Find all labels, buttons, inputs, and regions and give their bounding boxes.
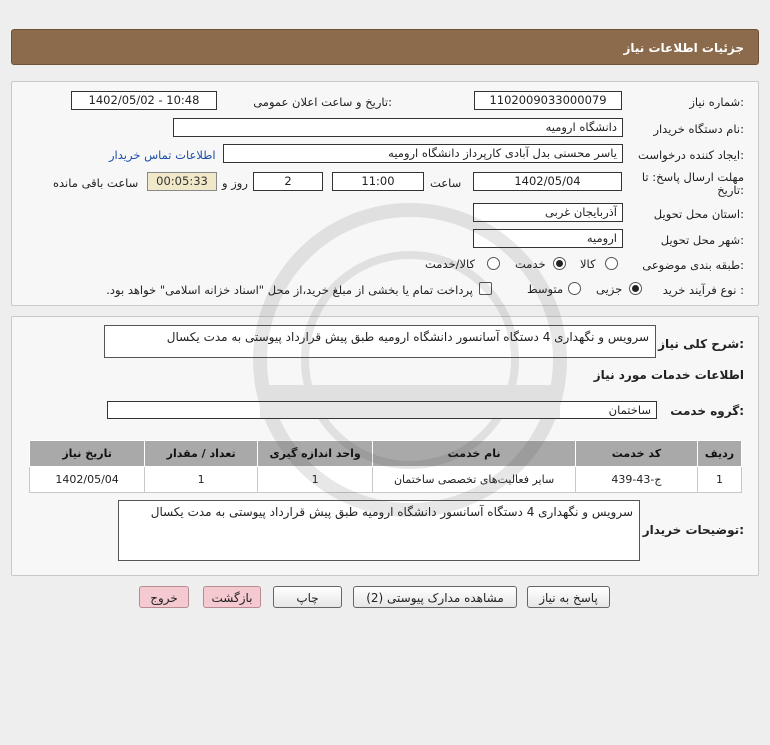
treasury-text: پرداخت تمام یا بخشی از مبلغ خرید،از محل … [106,283,473,297]
need-number-field[interactable]: 1102009033000079 [474,91,622,110]
buyer-notes-box: سرویس و نگهداری 4 دستگاه آسانسور دانشگاه… [118,500,640,561]
col-date-header: تاریخ نیاز [28,440,146,467]
province-label: استان محل تحویل: [653,207,744,221]
reply-button[interactable]: پاسخ به نیاز [527,586,610,608]
services-heading: اطلاعات خدمات مورد نیاز [593,368,744,382]
process-minor-label: جزیی [596,282,623,296]
process-minor-radio[interactable] [629,282,642,295]
treasury-checkbox[interactable] [479,282,492,295]
cell-need-date: 1402/05/04 [28,466,146,493]
table-header-row: ردیف کد خدمت نام خدمت واحد اندازه گیری ت… [28,440,743,467]
buyer-org-label: نام دستگاه خریدار: [653,122,744,136]
col-code-header: کد خدمت [574,440,698,467]
cell-quantity: 1 [144,466,259,493]
col-unit-header: واحد اندازه گیری [257,440,374,467]
print-button[interactable]: چاپ [273,586,342,608]
process-label: نوع فرآیند خرید : [662,283,744,297]
col-qty-header: تعداد / مقدار [144,440,259,467]
cell-row-number: 1 [696,466,743,493]
deadline-date-field[interactable]: 1402/05/04 [473,172,622,191]
process-medium-label: متوسط [527,282,564,296]
exit-button[interactable]: خروج [139,586,189,608]
services-table: ردیف کد خدمت نام خدمت واحد اندازه گیری ت… [28,440,743,493]
category-goods-label: کالا [580,257,596,271]
view-attachments-button[interactable]: مشاهده مدارک پیوستی (2) [353,586,517,608]
deadline-label-line1: مهلت ارسال پاسخ: تا [641,170,744,184]
general-desc-label: شرح کلی نیاز: [658,337,744,351]
service-group-label: گروه خدمت: [670,404,744,418]
deadline-time-field[interactable]: 11:00 [332,172,424,191]
days-field[interactable]: 2 [253,172,323,191]
col-row-header: ردیف [696,440,743,467]
need-number-label: شماره نیاز: [689,95,744,109]
remaining-label: ساعت باقی مانده [53,176,139,190]
buyer-org-field[interactable]: دانشگاه ارومیه [173,118,623,137]
hour-label: ساعت [430,176,462,190]
city-field[interactable]: ارومیه [473,229,623,248]
back-button[interactable]: بازگشت [203,586,261,608]
cell-service-code: ج-43-439 [574,466,698,493]
announce-datetime-field[interactable]: 1402/05/02 - 10:48 [71,91,217,110]
cell-unit: 1 [257,466,374,493]
city-label: شهر محل تحویل: [660,233,744,247]
requester-label: ایجاد کننده درخواست: [638,148,744,162]
service-group-field[interactable]: ساختمان [107,401,657,419]
process-medium-radio[interactable] [568,282,581,295]
category-goods-radio[interactable] [605,257,618,270]
category-service-radio[interactable] [553,257,566,270]
general-desc-box: سرویس و نگهداری 4 دستگاه آسانسور دانشگاه… [104,325,656,358]
contact-buyer-link[interactable]: اطلاعات تماس خریدار [109,148,216,162]
need-info-panel [11,81,759,306]
category-goods-service-radio[interactable] [487,257,500,270]
category-service-label: خدمت [515,257,546,271]
requester-field[interactable]: یاسر محسنی بدل آبادی کارپرداز دانشگاه ار… [223,144,623,163]
announce-label: تاریخ و ساعت اعلان عمومی: [253,95,392,109]
cell-service-name: سایر فعالیت‌های تخصصی ساختمان [372,466,576,493]
col-name-header: نام خدمت [372,440,576,467]
deadline-label-line2: تاریخ: [717,183,744,197]
days-label: روز و [222,176,248,190]
province-field[interactable]: آذربایجان غربی [473,203,623,222]
page-title: جزئیات اطلاعات نیاز [623,41,744,55]
buyer-notes-label: توضیحات خریدار: [642,523,744,537]
category-label: طبقه بندی موضوعی: [642,258,744,272]
remaining-time-field: 00:05:33 [147,172,217,191]
table-row[interactable]: 1 ج-43-439 سایر فعالیت‌های تخصصی ساختمان… [28,466,743,493]
category-goods-service-label: کالا/خدمت [425,257,476,271]
page-header: جزئیات اطلاعات نیاز [11,29,759,65]
